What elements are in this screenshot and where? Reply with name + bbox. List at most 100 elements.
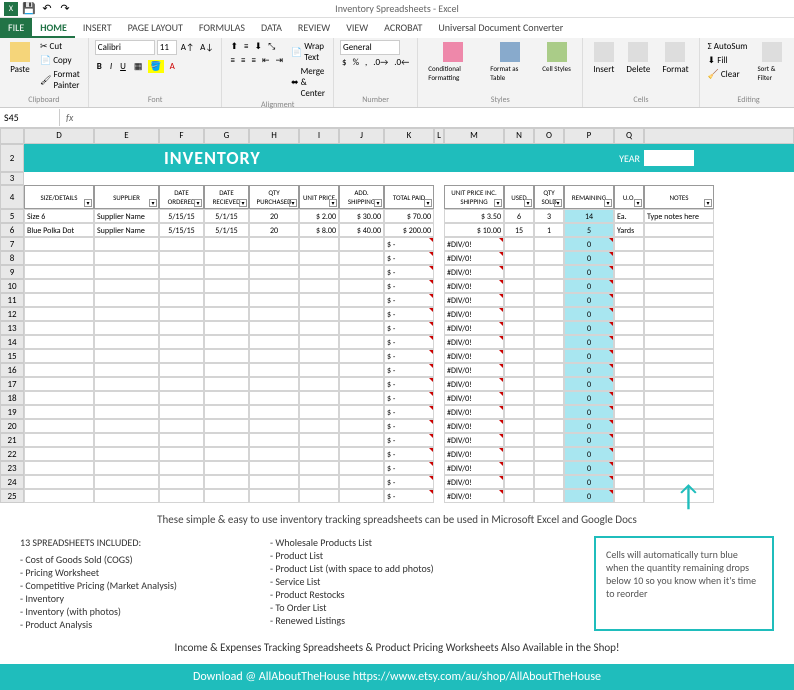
data-cell[interactable]: [204, 279, 249, 293]
data-cell[interactable]: 0: [564, 461, 614, 475]
data-cell[interactable]: [204, 349, 249, 363]
row-header[interactable]: 25: [0, 489, 24, 503]
data-cell[interactable]: $ -: [384, 377, 434, 391]
data-cell[interactable]: 0: [564, 377, 614, 391]
data-cell[interactable]: 0: [564, 349, 614, 363]
data-cell[interactable]: [534, 461, 564, 475]
data-cell[interactable]: [339, 265, 384, 279]
data-cell[interactable]: [249, 447, 299, 461]
data-cell[interactable]: [299, 279, 339, 293]
row-header[interactable]: 15: [0, 349, 24, 363]
data-cell[interactable]: [299, 293, 339, 307]
data-cell[interactable]: $ 30.00: [339, 209, 384, 223]
row-header[interactable]: 20: [0, 419, 24, 433]
data-cell[interactable]: [504, 475, 534, 489]
data-cell[interactable]: Ea.: [614, 209, 644, 223]
data-cell[interactable]: Supplier Name: [94, 223, 159, 237]
data-cell[interactable]: [339, 335, 384, 349]
data-cell[interactable]: #DIV/0!: [444, 293, 504, 307]
data-cell[interactable]: [644, 335, 714, 349]
data-cell[interactable]: [614, 293, 644, 307]
data-cell[interactable]: [434, 265, 444, 279]
font-color-button[interactable]: A: [168, 60, 177, 73]
data-cell[interactable]: $ -: [384, 279, 434, 293]
data-cell[interactable]: [94, 419, 159, 433]
data-cell[interactable]: [434, 237, 444, 251]
data-cell[interactable]: [504, 489, 534, 503]
data-cell[interactable]: 6: [504, 209, 534, 223]
row-header[interactable]: 11: [0, 293, 24, 307]
row-header[interactable]: 4: [0, 185, 24, 209]
data-cell[interactable]: [159, 335, 204, 349]
data-cell[interactable]: 0: [564, 405, 614, 419]
data-cell[interactable]: [299, 335, 339, 349]
data-cell[interactable]: 0: [564, 265, 614, 279]
data-cell[interactable]: [249, 307, 299, 321]
column-header[interactable]: O: [534, 128, 564, 144]
data-cell[interactable]: #DIV/0!: [444, 321, 504, 335]
filter-dropdown-icon[interactable]: ▾: [554, 199, 562, 207]
fill-button[interactable]: ⬇ Fill: [706, 54, 750, 67]
data-cell[interactable]: [159, 489, 204, 503]
data-cell[interactable]: 0: [564, 237, 614, 251]
data-cell[interactable]: [94, 433, 159, 447]
data-cell[interactable]: [534, 475, 564, 489]
filter-dropdown-icon[interactable]: ▾: [374, 199, 382, 207]
data-cell[interactable]: [534, 391, 564, 405]
filter-dropdown-icon[interactable]: ▾: [494, 199, 502, 207]
indent-dec-icon[interactable]: ⇤: [260, 54, 272, 67]
data-cell[interactable]: $ 3.50: [444, 209, 504, 223]
data-cell[interactable]: Supplier Name: [94, 209, 159, 223]
data-cell[interactable]: [204, 321, 249, 335]
data-cell[interactable]: [249, 405, 299, 419]
tab-insert[interactable]: INSERT: [75, 18, 120, 38]
data-cell[interactable]: #DIV/0!: [444, 475, 504, 489]
data-cell[interactable]: Yards: [614, 223, 644, 237]
data-cell[interactable]: [614, 279, 644, 293]
data-cell[interactable]: [249, 391, 299, 405]
tab-data[interactable]: DATA: [253, 18, 290, 38]
data-cell[interactable]: [299, 391, 339, 405]
data-cell[interactable]: [204, 405, 249, 419]
data-cell[interactable]: #DIV/0!: [444, 251, 504, 265]
row-header[interactable]: 3: [0, 172, 24, 185]
data-cell[interactable]: [644, 349, 714, 363]
number-format-select[interactable]: General: [340, 40, 400, 55]
data-cell[interactable]: [299, 363, 339, 377]
data-cell[interactable]: [299, 461, 339, 475]
filter-dropdown-icon[interactable]: ▾: [604, 199, 612, 207]
data-cell[interactable]: [614, 447, 644, 461]
data-cell[interactable]: [204, 307, 249, 321]
data-cell[interactable]: [24, 377, 94, 391]
italic-button[interactable]: I: [108, 60, 114, 73]
data-cell[interactable]: [339, 433, 384, 447]
filter-dropdown-icon[interactable]: ▾: [289, 199, 297, 207]
data-cell[interactable]: [644, 363, 714, 377]
data-cell[interactable]: [299, 377, 339, 391]
fill-color-button[interactable]: 🪣: [148, 60, 163, 73]
comma-icon[interactable]: ,: [363, 56, 369, 69]
formula-input[interactable]: [79, 116, 794, 120]
data-cell[interactable]: [614, 265, 644, 279]
data-cell[interactable]: [339, 461, 384, 475]
data-cell[interactable]: [24, 307, 94, 321]
data-cell[interactable]: [644, 223, 714, 237]
data-cell[interactable]: 0: [564, 279, 614, 293]
data-cell[interactable]: [644, 307, 714, 321]
data-cell[interactable]: 0: [564, 363, 614, 377]
data-cell[interactable]: [339, 447, 384, 461]
data-cell[interactable]: [504, 377, 534, 391]
undo-icon[interactable]: ↶: [40, 2, 54, 16]
data-cell[interactable]: [504, 321, 534, 335]
data-cell[interactable]: $ -: [384, 349, 434, 363]
column-header[interactable]: P: [564, 128, 614, 144]
data-cell[interactable]: [504, 391, 534, 405]
data-cell[interactable]: [24, 419, 94, 433]
data-cell[interactable]: $ 2.00: [299, 209, 339, 223]
data-cell[interactable]: 15: [504, 223, 534, 237]
row-header[interactable]: 9: [0, 265, 24, 279]
data-cell[interactable]: [504, 265, 534, 279]
data-cell[interactable]: 3: [534, 209, 564, 223]
data-cell[interactable]: [204, 433, 249, 447]
data-cell[interactable]: [434, 293, 444, 307]
